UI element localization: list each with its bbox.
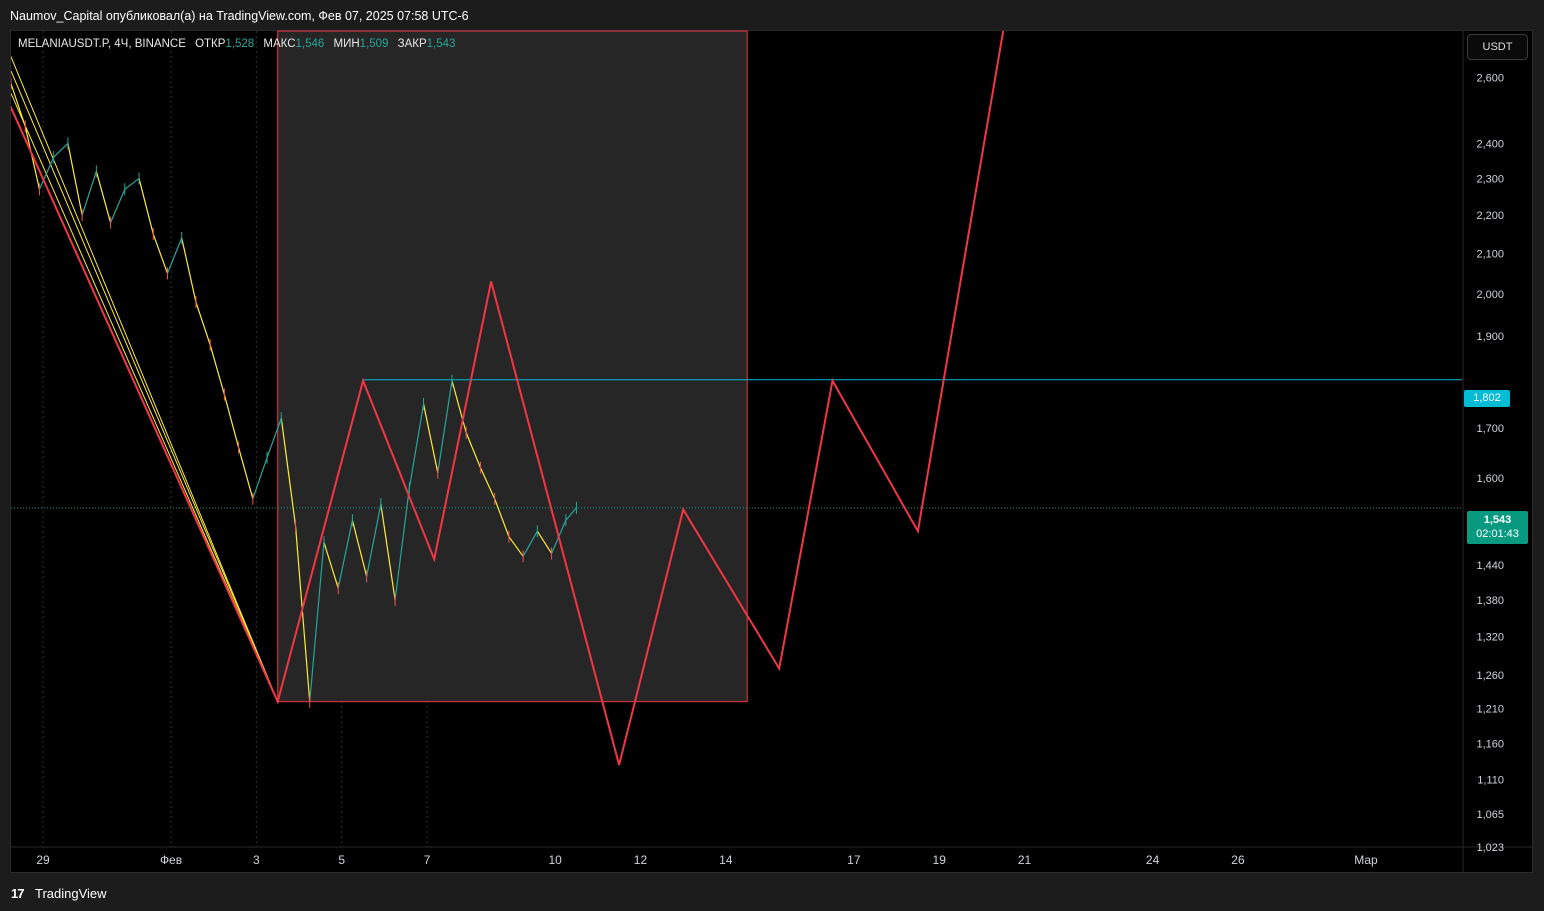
price-segment-11 <box>152 233 169 274</box>
last-price-tag: 1,543 02:01:43 <box>1467 511 1528 544</box>
y-tick-label-9: 1,440 <box>1476 560 1504 572</box>
bar-countdown: 02:01:43 <box>1476 528 1519 540</box>
currency-button[interactable]: USDT <box>1467 34 1528 60</box>
y-tick-label-15: 1,110 <box>1477 775 1504 787</box>
price-segment-2 <box>24 126 41 190</box>
legend-close-label: ЗАКР <box>397 38 427 50</box>
y-tick-label-16: 1,065 <box>1476 809 1504 821</box>
price-segment-10 <box>138 178 154 235</box>
x-tick-label-5: 10 <box>548 853 562 867</box>
x-tick-label-0: 29 <box>36 853 50 867</box>
price-segment-16 <box>223 394 240 448</box>
y-tick-label-6: 1,900 <box>1476 331 1504 343</box>
tradingview-brand[interactable]: TradingView <box>35 886 107 901</box>
price-segment-13 <box>181 237 197 303</box>
legend-low-value: 1,509 <box>359 38 389 50</box>
y-tick-label-13: 1,210 <box>1476 703 1504 715</box>
price-segment-15 <box>209 344 225 395</box>
x-tick-label-9: 19 <box>933 853 947 867</box>
x-tick-label-13: Мар <box>1354 853 1378 867</box>
legend-high-value: 1,546 <box>295 38 325 50</box>
legend-close-value: 1,543 <box>426 38 456 50</box>
level-price-tag: 1,802 <box>1464 390 1510 407</box>
x-tick-label-2: 3 <box>253 853 260 867</box>
price-segment-1 <box>11 83 26 127</box>
y-tick-label-8: 1,600 <box>1476 473 1504 485</box>
legend-low-label: МИН <box>333 38 360 50</box>
y-tick-label-17: 1,023 <box>1476 842 1504 854</box>
x-tick-label-7: 14 <box>719 853 733 867</box>
channel-line-1 <box>11 70 279 702</box>
price-segment-6 <box>81 171 97 216</box>
y-tick-label-1: 2,400 <box>1476 138 1504 150</box>
y-tick-label-11: 1,320 <box>1476 632 1504 644</box>
footer: 17 TradingView <box>0 875 1544 911</box>
legend-high-label: МАКС <box>263 38 296 50</box>
y-tick-label-12: 1,260 <box>1476 670 1504 682</box>
price-segment-9 <box>124 177 140 190</box>
y-tick-label-3: 2,200 <box>1476 210 1504 222</box>
price-segment-7 <box>95 171 112 223</box>
chart-canvas[interactable]: 2,600 2,400 2,300 2,200 2,100 2,000 1,900 1,700… <box>0 0 1544 911</box>
y-tick-label-5: 2,000 <box>1476 289 1504 301</box>
last-price-value: 1,543 <box>1483 514 1512 526</box>
x-tick-label-10: 21 <box>1018 853 1032 867</box>
x-tick-label-12: 26 <box>1231 853 1245 867</box>
tradingview-logo-icon[interactable]: 17 <box>11 886 25 901</box>
price-segment-14 <box>195 301 211 346</box>
price-segment-4 <box>53 142 69 158</box>
legend-open-label: ОТКР <box>195 38 226 50</box>
price-segment-8 <box>110 189 126 223</box>
y-tick-label-14: 1,160 <box>1476 738 1504 750</box>
range-box <box>277 30 748 703</box>
y-tick-label-10: 1,380 <box>1476 595 1504 607</box>
legend-open-value: 1,528 <box>225 38 255 50</box>
y-tick-label-7: 1,700 <box>1476 423 1504 435</box>
y-tick-label-0: 2,600 <box>1476 72 1504 84</box>
x-tick-label-8: 17 <box>847 853 861 867</box>
y-tick-label-2: 2,300 <box>1476 173 1504 185</box>
price-segment-12 <box>166 237 183 274</box>
level-price-value: 1,802 <box>1473 392 1501 404</box>
x-tick-label-3: 5 <box>338 853 345 867</box>
price-segment-17 <box>238 447 254 499</box>
x-tick-label-11: 24 <box>1146 853 1160 867</box>
channel-line-0 <box>11 55 279 702</box>
x-tick-label-1: Фев <box>160 853 182 867</box>
legend-symbol[interactable]: MELANIAUSDT.P, 4Ч, BINANCE <box>18 38 186 50</box>
price-segment-5 <box>67 143 83 216</box>
x-tick-label-6: 12 <box>634 853 648 867</box>
symbol-legend: MELANIAUSDT.P, 4Ч, BINANCE ОТКР1,528 МАК… <box>18 38 455 50</box>
price-segment-18 <box>252 457 268 500</box>
y-tick-label-4: 2,100 <box>1476 249 1504 261</box>
x-tick-label-4: 7 <box>424 853 431 867</box>
